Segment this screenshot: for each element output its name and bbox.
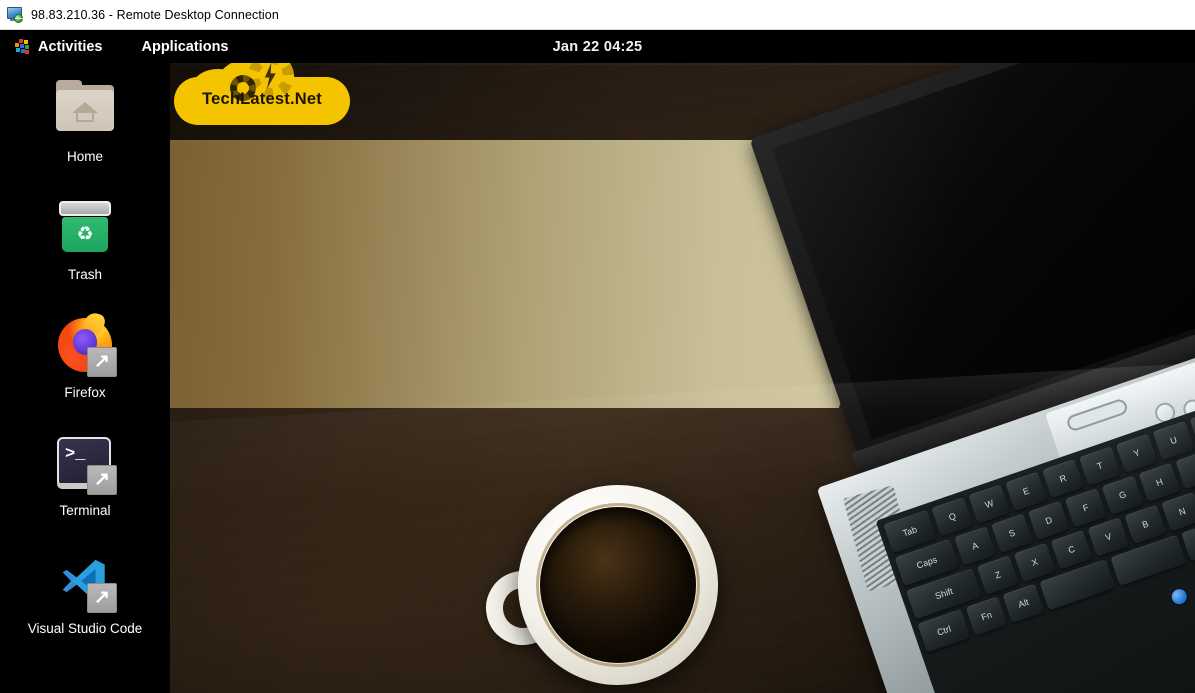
desktop-icon-firefox[interactable]: ↗ Firefox xyxy=(0,307,170,425)
applications-label: Applications xyxy=(141,38,229,55)
desktop-icon-label: Visual Studio Code xyxy=(27,621,143,636)
home-folder-icon xyxy=(53,77,117,141)
coffee-crema-ring xyxy=(536,503,700,667)
remote-desktop-icon xyxy=(7,6,24,23)
desktop-icon-trash[interactable]: ♻ Trash xyxy=(0,189,170,307)
desktop-wallpaper: TabQWERTYUIO CapsASDFGHJKL ShiftZXCVBNM,… xyxy=(170,63,1195,693)
terminal-icon: >_ ↗ xyxy=(53,431,117,495)
mug-body xyxy=(518,485,718,685)
window-title: 98.83.210.36 - Remote Desktop Connection xyxy=(31,7,279,22)
desktop-icon-label: Home xyxy=(66,149,103,164)
terminal-prompt-glyph: >_ xyxy=(65,445,86,464)
desktop-icon-home[interactable]: Home xyxy=(0,71,170,189)
desktop-icon-label: Firefox xyxy=(64,385,106,400)
shortcut-arrow-icon: ↗ xyxy=(87,347,117,377)
trash-bin-icon: ♻ xyxy=(53,195,117,259)
shortcut-arrow-glyph: ↗ xyxy=(94,468,110,490)
desktop-icon-label: Terminal xyxy=(59,503,111,518)
shortcut-arrow-glyph: ↗ xyxy=(94,350,110,372)
shortcut-arrow-glyph: ↗ xyxy=(94,586,110,608)
firefox-icon: ↗ xyxy=(53,310,117,377)
clock-datetime[interactable]: Jan 22 04:25 xyxy=(553,39,643,55)
vscode-icon: ↗ xyxy=(53,549,117,613)
desktop-icon-label: Trash xyxy=(67,267,102,282)
techlatest-watermark: TechLatest.Net xyxy=(174,63,350,131)
activities-label: Activities xyxy=(38,38,103,55)
gnome-top-bar: Activities Applications Jan 22 04:25 xyxy=(0,30,1195,63)
watermark-text: TechLatest.Net xyxy=(202,90,322,108)
activities-button[interactable]: Activities xyxy=(0,30,112,63)
desktop-area[interactable]: TabQWERTYUIO CapsASDFGHJKL ShiftZXCVBNM,… xyxy=(0,63,1195,693)
rdp-window-titlebar: 98.83.210.36 - Remote Desktop Connection xyxy=(0,0,1195,30)
shortcut-arrow-icon: ↗ xyxy=(87,583,117,613)
shortcut-arrow-icon: ↗ xyxy=(87,465,117,495)
recycle-glyph: ♻ xyxy=(76,224,94,245)
applications-menu-button[interactable]: Applications xyxy=(129,30,240,63)
gnome-logo-icon xyxy=(14,39,30,54)
desktop-icon-terminal[interactable]: >_ ↗ Terminal xyxy=(0,425,170,543)
desktop-icon-column: Home ♻ Trash ↗ Firefox >_ ↗ Terminal ↗ V… xyxy=(0,63,170,693)
desktop-icon-vscode[interactable]: ↗ Visual Studio Code xyxy=(0,543,170,661)
